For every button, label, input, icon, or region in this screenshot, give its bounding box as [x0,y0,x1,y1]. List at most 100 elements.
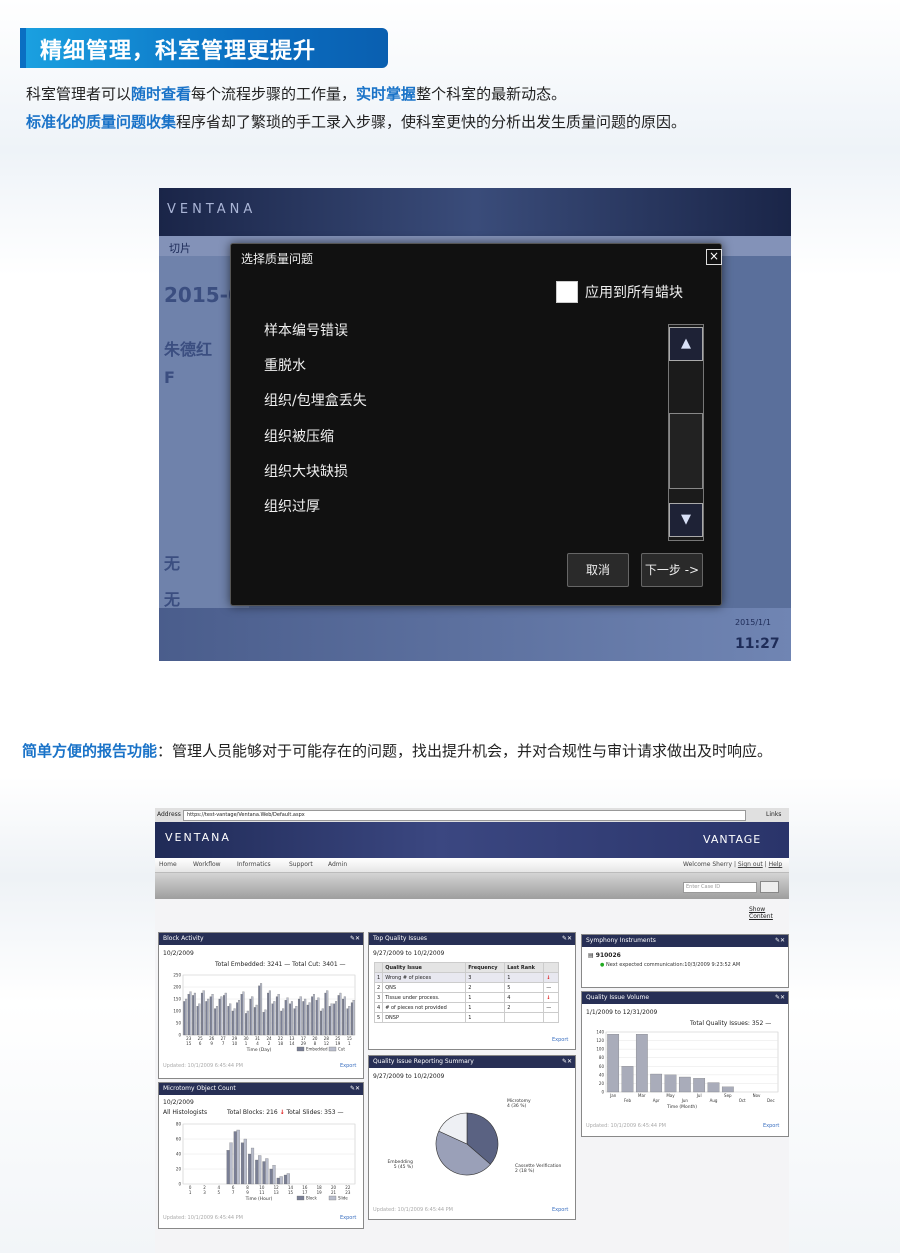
y-tick-label: 120 [596,1038,604,1043]
table-row[interactable]: 1 Wrong # of pieces 3 1 ↓ [373,972,560,983]
bar [240,994,243,1036]
bar [283,1174,288,1185]
bar [249,998,252,1036]
x-tick-label: Jan [609,1093,617,1098]
bar [342,998,345,1036]
option-item[interactable]: 重脱水 [264,355,306,375]
vantage-header [155,822,789,858]
bar [202,990,205,1036]
highlight-text: 实时掌握 [356,85,417,103]
help-link[interactable]: Help [769,861,783,868]
export-link[interactable]: Export [763,1123,779,1129]
y-tick-label: 80 [176,1122,182,1127]
signout-link[interactable]: Sign out [738,861,763,868]
bar [312,994,315,1036]
case-id-input[interactable]: Enter Case ID [683,882,757,893]
bar [198,1003,201,1036]
bar [255,1004,258,1036]
nav-home[interactable]: Home [159,861,177,868]
legend-swatch [296,1195,305,1201]
legend-label: Slide [338,1196,348,1201]
bar [293,1008,296,1036]
nav-workflow[interactable]: Workflow [193,861,221,868]
x-tick-label: 7 [222,1041,225,1046]
bar [224,992,227,1036]
panel-header: Microtomy Object Count ✎✕ [159,1083,363,1095]
bar [335,1001,338,1036]
instrument-id[interactable]: ▤ 910026 [588,952,621,959]
cancel-button[interactable]: 取消 [567,553,629,587]
legend-label: Embedded [306,1047,328,1052]
panel-totals: Total Embedded: 3241 — Total Cut: 3401 — [215,961,346,968]
updated-text: Updated: 10/1/2009 6:45:44 PM [163,1063,243,1069]
scroll-up-icon[interactable]: ▲ [669,327,703,361]
option-item[interactable]: 组织被压缩 [264,426,334,446]
table-row[interactable]: 4 # of pieces not provided 1 2— [373,1002,560,1013]
y-tick-label: 100 [173,1009,181,1014]
table-row[interactable]: 5 DNSP 1 [373,1012,560,1023]
vantage-dashboard-screenshot: Address https://test-vantage/Ventana.Web… [155,808,789,1253]
close-icon[interactable]: ✎✕ [350,1083,360,1095]
nav-support[interactable]: Support [289,861,313,868]
bar [707,1082,720,1093]
bar [205,1001,208,1036]
show-content-link[interactable]: Show Content [749,906,789,920]
scroll-down-icon[interactable]: ▼ [669,503,703,537]
table-row[interactable]: 2 QNS 2 5— [373,982,560,993]
close-icon[interactable]: × [706,249,722,265]
panel-totals: Total Blocks: 216 ↓ Total Slides: 353 — [227,1109,344,1116]
bar [255,1159,259,1185]
bar [209,996,212,1036]
close-icon[interactable]: ✎✕ [562,933,572,945]
close-icon[interactable]: ✎✕ [350,933,360,945]
links-label[interactable]: Links [766,811,781,818]
check-icon: ● [600,962,605,968]
clock-date: 2015/1/1 [735,618,771,627]
x-axis-label: Time (Hour) [245,1196,273,1202]
option-item[interactable]: 组织大块缺损 [264,461,348,481]
x-tick-label: 1 [189,1190,192,1195]
bar [187,994,190,1036]
x-tick-label: Aug [710,1098,718,1103]
bar [635,1034,648,1093]
option-item[interactable]: 组织过厚 [264,496,320,516]
search-button[interactable] [760,881,779,893]
option-item[interactable]: 组织/包埋盒丢失 [264,390,367,410]
x-tick-label: 11 [259,1190,265,1195]
y-tick-label: 60 [176,1137,182,1142]
table-row[interactable]: 3 Tissue under process. 1 4 ↓ [373,992,560,1003]
panel-header: Quality Issue Volume ✎✕ [582,992,788,1004]
x-tick-label: May [666,1093,675,1098]
close-icon[interactable]: ✎✕ [775,992,785,1004]
address-input[interactable]: https://test-vantage/Ventana.Web/Default… [183,810,746,821]
close-icon[interactable]: ✎✕ [562,1056,572,1068]
scroll-thumb[interactable] [669,413,703,489]
tab-slides[interactable]: 切片 [169,240,191,256]
bar [240,1142,245,1185]
bar [346,1008,349,1036]
bar [215,1006,218,1036]
quality-issue-dialog-screenshot: VENTANA 切片 2015-0 朱德红 F 无 无 2015/1/1 11:… [159,188,791,661]
export-link[interactable]: Export [552,1207,568,1213]
x-tick-label: 1 [348,1041,351,1046]
bar [304,998,307,1036]
export-link[interactable]: Export [340,1215,356,1221]
side-value: 无 [164,590,181,609]
export-link[interactable]: Export [340,1063,356,1069]
bar [211,994,214,1036]
next-button[interactable]: 下一步 -> [641,553,703,587]
option-scrollbar[interactable]: ▲ ▼ [668,324,704,541]
bar [271,1003,274,1036]
bar [350,1002,353,1036]
nav-admin[interactable]: Admin [328,861,347,868]
y-tick-label: 200 [173,985,181,990]
option-item[interactable]: 样本编号错误 [264,320,348,340]
close-icon[interactable]: ✎✕ [775,935,785,947]
y-tick-label: 20 [599,1081,605,1086]
ventana-logo: VENTANA [167,202,257,217]
apply-all-checkbox[interactable] [556,281,578,303]
bar [306,1004,309,1036]
export-link[interactable]: Export [552,1037,568,1043]
nav-informatics[interactable]: Informatics [237,861,271,868]
x-tick-label: 3 [203,1190,206,1195]
